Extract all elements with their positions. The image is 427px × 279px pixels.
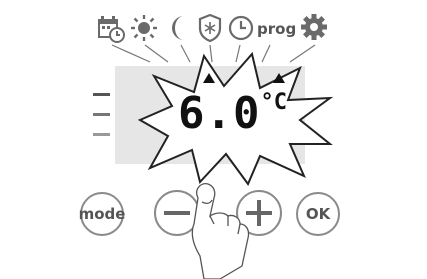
mode-button-label: mode	[78, 205, 126, 223]
temperature-readout: 6.0 °C	[178, 88, 287, 139]
temperature-value: 6.0	[178, 88, 261, 139]
mode-button[interactable]: mode	[78, 192, 126, 236]
ok-button[interactable]: OK	[296, 192, 340, 236]
up-arrow-indicator-right	[273, 73, 285, 83]
ok-button-label: OK	[305, 205, 331, 223]
up-arrow-indicator-left	[203, 73, 215, 83]
level-bar-2	[93, 113, 110, 116]
level-bar-1	[93, 93, 110, 96]
temperature-unit: °C	[260, 90, 287, 115]
pressing-hand-illustration	[191, 183, 250, 279]
level-bar-3	[93, 133, 110, 136]
